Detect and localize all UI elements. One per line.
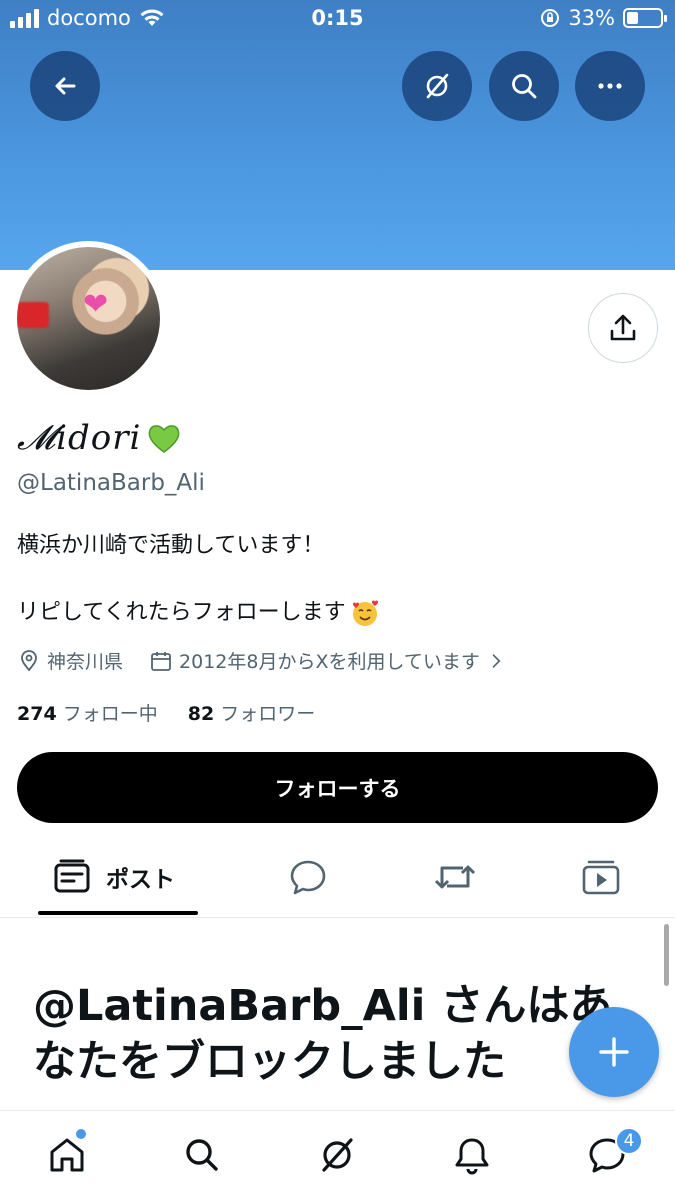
nav-search[interactable]: [180, 1133, 224, 1177]
green-heart-icon: [148, 425, 180, 453]
display-name: 𝓜idori: [17, 418, 181, 458]
profile-tabs: ポスト: [0, 838, 675, 918]
home-icon: [50, 1138, 84, 1172]
following-count: 274: [17, 703, 57, 725]
bio-line-2: リピしてくれたらフォローします: [17, 598, 380, 628]
posts-icon: [54, 859, 90, 893]
bottom-navigation: 4: [0, 1110, 675, 1200]
calendar-icon: [151, 651, 171, 671]
messages-badge: 4: [615, 1127, 643, 1155]
search-button[interactable]: [489, 51, 559, 121]
following-label: フォロー中: [62, 703, 158, 725]
blocked-message: @LatinaBarb_Ali さんはあなたをブロックしました: [33, 981, 613, 1087]
smiling-face-with-hearts-icon: [352, 600, 378, 626]
user-handle: @LatinaBarb_Ali: [17, 470, 205, 496]
active-tab-indicator: [38, 911, 198, 915]
follow-button[interactable]: フォローする: [17, 752, 658, 823]
plus-icon: [599, 1037, 629, 1067]
nav-grok[interactable]: [315, 1133, 359, 1177]
search-icon: [512, 74, 537, 99]
status-bar: docomo 0:15 33%: [0, 0, 675, 38]
censor-mark: [17, 302, 49, 328]
location-icon: [21, 649, 37, 671]
more-horizontal-icon: [598, 83, 622, 89]
tab-media[interactable]: [581, 838, 621, 916]
followers-link[interactable]: 82 フォロワー: [188, 699, 316, 726]
media-icon: [582, 860, 620, 895]
tab-posts-label: ポスト: [106, 867, 175, 893]
profile-banner: [0, 0, 675, 270]
followers-label: フォロワー: [220, 703, 316, 725]
share-button[interactable]: [588, 293, 658, 363]
compose-post-button[interactable]: [569, 1007, 659, 1097]
tab-posts[interactable]: ポスト: [52, 838, 175, 916]
battery-percent: 33%: [568, 6, 615, 30]
avatar[interactable]: ❤: [11, 241, 166, 396]
location-text: 神奈川県: [47, 651, 124, 673]
nav-notifications[interactable]: [450, 1133, 494, 1177]
arrow-left-icon: [55, 77, 76, 95]
grok-button[interactable]: [402, 51, 472, 121]
back-button[interactable]: [30, 51, 100, 121]
search-icon: [186, 1139, 218, 1171]
joined-text[interactable]: 2012年8月からXを利用しています: [179, 647, 480, 674]
home-notification-dot: [76, 1129, 86, 1139]
grok-icon: [426, 73, 449, 99]
more-button[interactable]: [575, 51, 645, 121]
following-link[interactable]: 274 フォロー中: [17, 699, 158, 726]
avatar-image: ❤: [17, 247, 160, 390]
notifications-icon: [455, 1138, 489, 1175]
repost-icon: [434, 865, 476, 889]
nav-home[interactable]: [45, 1133, 89, 1177]
heart-sticker-icon: ❤: [83, 287, 109, 322]
tab-reposts[interactable]: [433, 838, 477, 916]
rotation-lock-icon: [541, 9, 560, 27]
share-icon: [610, 314, 636, 341]
tab-replies[interactable]: [288, 838, 328, 916]
battery-icon: [623, 8, 667, 28]
bio-line-1: 横浜か川崎で活動しています！: [17, 533, 325, 558]
follow-stats: 274 フォロー中 82 フォロワー: [17, 699, 315, 726]
grok-icon: [322, 1138, 353, 1172]
bio-line-2-text: リピしてくれたらフォローします: [17, 600, 346, 625]
display-name-text: 𝓜idori: [17, 418, 142, 458]
followers-count: 82: [187, 703, 215, 725]
profile-meta: 神奈川県 2012年8月からXを利用しています: [17, 647, 506, 674]
chevron-right-icon[interactable]: [486, 651, 506, 671]
scrollbar[interactable]: [664, 924, 669, 986]
reply-icon: [290, 860, 326, 895]
